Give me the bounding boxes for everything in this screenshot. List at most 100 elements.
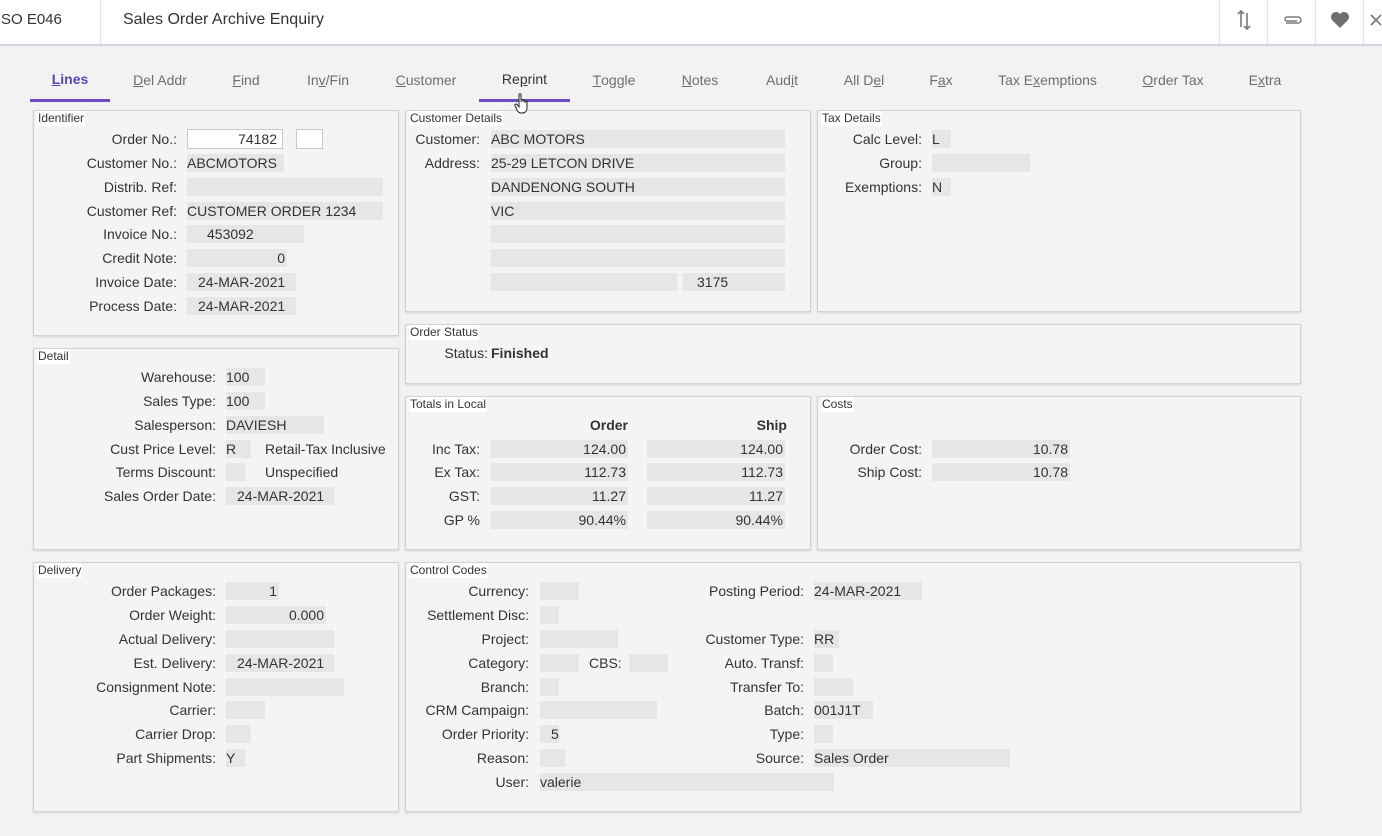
gst-ship: 11.27 xyxy=(647,487,785,505)
auto-transf-label: Auto. Transf: xyxy=(724,655,804,671)
order-priority-label: Order Priority: xyxy=(441,726,529,742)
sales-order-date-value: 24-MAR-2021 xyxy=(226,487,334,505)
tab-all-del[interactable]: All Del xyxy=(830,58,898,102)
tab-del-addr[interactable]: Del Addr xyxy=(120,58,200,102)
attachment-button[interactable] xyxy=(1267,0,1316,44)
hand-cursor-icon xyxy=(514,93,532,115)
close-button[interactable] xyxy=(1363,0,1382,44)
branch-label: Branch: xyxy=(480,679,529,695)
type-label: Type: xyxy=(769,726,804,742)
carrier-label: Carrier: xyxy=(169,702,216,718)
tab-inv-fin[interactable]: In v/Fin xyxy=(290,58,366,102)
settlement-disc-value xyxy=(540,606,559,624)
gp-percent-ship: 90.44% xyxy=(647,511,785,529)
consignment-note-label: Consignment Note: xyxy=(96,679,216,695)
terms-discount-desc: Unspecified xyxy=(265,464,339,480)
detail-panel-title: Detail xyxy=(37,349,70,364)
part-shipments-value: Y xyxy=(226,749,245,767)
title-bar: SO E046 Sales Order Archive Enquiry xyxy=(0,0,1382,46)
tab-bar: Lines Del Addr Find In v/Fin Customer Re p… xyxy=(0,58,1382,104)
process-date-label: Process Date: xyxy=(89,298,177,314)
status-label: Status: xyxy=(444,345,488,361)
page-title: Sales Order Archive Enquiry xyxy=(123,11,324,28)
branch-value xyxy=(540,678,559,696)
order-cost-value: 10.78 xyxy=(932,440,1070,458)
sales-type-label: Sales Type: xyxy=(143,393,216,409)
tab-tax-exemptions[interactable]: Tax Ex emptions xyxy=(990,58,1105,102)
inc-tax-order: 124.00 xyxy=(491,440,628,458)
cbs-label: CBS: xyxy=(589,655,622,671)
project-label: Project: xyxy=(481,631,529,647)
cust-price-level-value: R xyxy=(226,440,251,458)
invoice-no-value: 453092 xyxy=(187,225,304,243)
tab-order-tax[interactable]: Order Tax xyxy=(1130,58,1216,102)
order-status-panel: Order Status Status: Finished xyxy=(405,324,1301,384)
customer-no-value: ABCMOTORS xyxy=(187,154,284,172)
customer-value: ABC MOTORS xyxy=(491,130,785,148)
cbs-value xyxy=(629,654,668,672)
order-weight-value: 0.000 xyxy=(226,606,326,624)
distrib-ref-value xyxy=(187,178,383,196)
actual-delivery-label: Actual Delivery: xyxy=(118,631,216,647)
gst-label: GST: xyxy=(448,488,480,504)
order-no-field[interactable]: 74182 xyxy=(187,129,283,149)
program-code: SO E046 xyxy=(0,0,101,44)
address-line-1: 25-29 LETCON DRIVE xyxy=(491,154,785,172)
invoice-no-label: Invoice No.: xyxy=(103,226,177,242)
calc-level-label: Calc Level: xyxy=(852,131,922,147)
sort-button[interactable] xyxy=(1219,0,1268,44)
close-icon xyxy=(1370,13,1382,32)
source-value: Sales Order xyxy=(814,749,1010,767)
address-suburb-field xyxy=(491,273,677,291)
inc-tax-label: Inc Tax: xyxy=(432,441,480,457)
order-status-panel-title: Order Status xyxy=(409,325,480,340)
est-delivery-value: 24-MAR-2021 xyxy=(226,654,334,672)
settlement-disc-label: Settlement Disc: xyxy=(427,607,529,623)
cust-price-level-label: Cust Price Level: xyxy=(110,441,216,457)
tab-lines[interactable]: Lines xyxy=(30,58,110,102)
delivery-panel: Delivery Order Packages: 1 Order Weight:… xyxy=(33,562,399,812)
tab-audit[interactable]: Aud i t xyxy=(750,58,814,102)
ex-tax-order: 112.73 xyxy=(491,463,628,481)
tab-find[interactable]: Find xyxy=(212,58,280,102)
ship-cost-value: 10.78 xyxy=(932,463,1070,481)
identifier-panel: Identifier Order No.: 74182 Customer No.… xyxy=(33,110,399,336)
costs-panel-title: Costs xyxy=(821,397,854,412)
control-codes-panel-title: Control Codes xyxy=(409,563,488,578)
address-label: Address: xyxy=(424,155,480,171)
credit-note-value: 0 xyxy=(187,249,287,267)
type-value xyxy=(814,725,833,743)
currency-value xyxy=(540,582,579,600)
tab-toggle[interactable]: Toggle xyxy=(578,58,650,102)
warehouse-label: Warehouse: xyxy=(141,369,216,385)
order-priority-value: 5 xyxy=(540,725,559,743)
totals-panel: Totals in Local Order Ship Inc Tax: 124.… xyxy=(405,396,811,550)
tax-details-panel-title: Tax Details xyxy=(821,111,882,126)
order-packages-value: 1 xyxy=(226,582,279,600)
terms-discount-label: Terms Discount: xyxy=(115,464,216,480)
order-suffix-field[interactable] xyxy=(296,129,323,149)
user-label: User: xyxy=(495,774,529,790)
tax-details-panel: Tax Details Calc Level: L Group: Exempti… xyxy=(817,110,1301,312)
currency-label: Currency: xyxy=(468,583,529,599)
cust-price-level-desc: Retail-Tax Inclusive xyxy=(265,441,386,457)
customer-label: Customer: xyxy=(415,131,480,147)
tab-customer[interactable]: Customer xyxy=(380,58,472,102)
credit-note-label: Credit Note: xyxy=(102,250,177,266)
gst-order: 11.27 xyxy=(491,487,628,505)
sort-arrows-icon xyxy=(1235,9,1253,36)
tab-extra[interactable]: Ex tra xyxy=(1232,58,1298,102)
favourite-button[interactable] xyxy=(1315,0,1364,44)
carrier-drop-label: Carrier Drop: xyxy=(135,726,216,742)
auto-transf-value xyxy=(814,654,833,672)
posting-period-label: Posting Period: xyxy=(709,583,804,599)
heart-icon xyxy=(1330,11,1350,34)
tab-fax[interactable]: Fax xyxy=(910,58,972,102)
transfer-to-label: Transfer To: xyxy=(730,679,804,695)
group-value xyxy=(932,154,1030,172)
inc-tax-ship: 124.00 xyxy=(647,440,785,458)
invoice-date-label: Invoice Date: xyxy=(95,274,177,290)
part-shipments-label: Part Shipments: xyxy=(116,750,216,766)
distrib-ref-label: Distrib. Ref: xyxy=(103,179,177,195)
tab-notes[interactable]: Notes xyxy=(666,58,734,102)
